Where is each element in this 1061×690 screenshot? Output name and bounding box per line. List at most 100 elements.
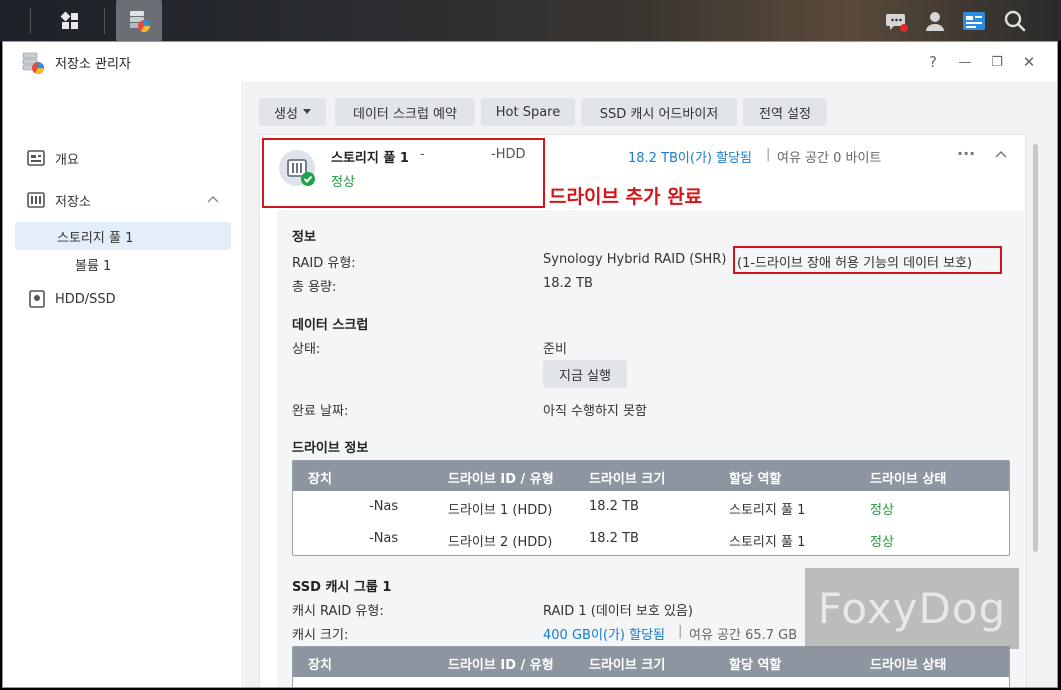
sidebar-item-storage[interactable]: 저장소 <box>15 186 231 214</box>
chevron-up-icon[interactable] <box>207 195 219 205</box>
scrub-status-label: 상태: <box>292 342 321 357</box>
sidebar-item-label: 개요 <box>55 152 79 168</box>
user-button[interactable] <box>918 0 952 41</box>
help-button[interactable]: ? <box>922 51 944 73</box>
sidebar-item-overview[interactable]: 개요 <box>15 144 231 172</box>
scrollbar[interactable] <box>1033 144 1038 552</box>
notifications-button[interactable] <box>880 0 914 41</box>
annotation-box <box>733 246 1002 274</box>
total-capacity-value: 18.2 TB <box>543 276 593 291</box>
sidebar-item-label: 스토리지 풀 1 <box>57 230 134 246</box>
widgets-icon <box>963 11 985 30</box>
column-header: 장치 <box>308 658 332 673</box>
drive-size-cell: 18.2 TB <box>589 531 639 546</box>
column-header: 장치 <box>308 472 332 487</box>
annotation-box <box>262 138 545 208</box>
cache-free-space: 여유 공간 65.7 GB <box>689 628 798 643</box>
separator: | <box>678 624 683 639</box>
create-label: 생성 <box>274 106 298 122</box>
status-cell: 정상 <box>870 503 894 518</box>
storage-icon <box>27 192 45 208</box>
global-settings-button[interactable]: 전역 설정 <box>743 98 827 126</box>
drive-id-cell: 드라이브 1 (HDD) <box>448 503 553 518</box>
drive-info-table: 장치 드라이브 ID / 유형 드라이브 크기 할당 역할 드라이브 상태 -N… <box>292 460 1010 556</box>
drive-id-cell: 드라이브 2 (HDD) <box>448 535 553 550</box>
column-header: 드라이브 크기 <box>589 472 666 487</box>
raid-type-value: Synology Hybrid RAID (SHR) <box>543 252 727 267</box>
scrub-schedule-button[interactable]: 데이터 스크럽 예약 <box>335 98 475 126</box>
sidebar-item-label: HDD/SSD <box>55 291 116 307</box>
watermark: FoxyDog <box>805 568 1019 649</box>
scrub-done-label: 완료 날짜: <box>292 404 349 419</box>
overview-icon <box>27 150 45 166</box>
table-header: 장치 드라이브 ID / 유형 드라이브 크기 할당 역할 드라이브 상태 <box>293 461 1009 491</box>
cache-raid-value: RAID 1 (데이터 보호 있음) <box>543 604 693 619</box>
info-section-title: 정보 <box>292 230 316 245</box>
user-icon <box>926 11 944 31</box>
search-button[interactable] <box>996 0 1034 41</box>
sidebar-item-label: 볼륨 1 <box>75 258 112 274</box>
search-icon <box>1004 10 1026 31</box>
column-header: 드라이브 상태 <box>870 658 947 673</box>
column-header: 드라이브 ID / 유형 <box>448 472 554 487</box>
total-capacity-label: 총 용량: <box>292 280 337 295</box>
sidebar: 개요 저장소 스토리지 풀 1 볼륨 1 HDD/SSD <box>3 82 243 687</box>
watermark-text: FoxyDog <box>817 584 1007 633</box>
taskbar <box>0 0 1061 41</box>
ssd-drive-table: 장치 드라이브 ID / 유형 드라이브 크기 할당 역할 드라이브 상태 <box>292 646 1010 687</box>
scrub-done-value: 아직 수행하지 못함 <box>543 404 647 419</box>
scrub-section-title: 데이터 스크럽 <box>292 318 369 333</box>
cache-allocated: 400 GB이(가) 할당됨 <box>543 628 666 643</box>
sidebar-item-hdd-ssd[interactable]: HDD/SSD <box>15 285 231 313</box>
chevron-up-icon[interactable] <box>995 150 1007 159</box>
window-title: 저장소 관리자 <box>55 57 131 72</box>
table-row[interactable]: -Nas 드라이브 1 (HDD) 18.2 TB 스토리지 풀 1 정상 <box>293 499 1009 523</box>
device-cell: -Nas <box>369 499 399 514</box>
column-header: 할당 역할 <box>729 472 782 487</box>
cache-raid-label: 캐시 RAID 유형: <box>292 604 384 619</box>
annotation-text: 드라이브 추가 완료 <box>549 186 703 208</box>
storage-manager-icon <box>22 52 44 75</box>
caret-down-icon <box>302 109 311 114</box>
storage-manager-icon <box>130 10 150 32</box>
separator: | <box>766 147 771 162</box>
restore-button[interactable]: ❐ <box>986 51 1008 73</box>
minimize-button[interactable]: — <box>954 51 976 73</box>
pool-free-space: 여유 공간 0 바이트 <box>777 151 882 166</box>
sidebar-item-storage-pool[interactable]: 스토리지 풀 1 <box>15 222 231 250</box>
status-cell: 정상 <box>870 535 894 550</box>
sidebar-item-volume[interactable]: 볼륨 1 <box>15 250 231 278</box>
window-titlebar[interactable]: 저장소 관리자 ? — ❐ ✕ <box>3 42 1057 82</box>
main-menu-button[interactable] <box>46 0 94 41</box>
hot-spare-button[interactable]: Hot Spare <box>481 98 575 126</box>
hdd-icon <box>29 290 45 308</box>
drive-size-cell: 18.2 TB <box>589 499 639 514</box>
run-now-button[interactable]: 지금 실행 <box>543 360 627 388</box>
table-header: 장치 드라이브 ID / 유형 드라이브 크기 할당 역할 드라이브 상태 <box>293 647 1009 677</box>
role-cell: 스토리지 풀 1 <box>729 535 806 550</box>
taskbar-separator <box>30 8 31 34</box>
widgets-button[interactable] <box>956 0 992 41</box>
cache-size-label: 캐시 크기: <box>292 628 349 643</box>
device-cell: -Nas <box>369 531 399 546</box>
taskbar-separator <box>104 8 105 34</box>
column-header: 할당 역할 <box>729 658 782 673</box>
ssd-cache-advisor-button[interactable]: SSD 캐시 어드바이저 <box>581 98 737 126</box>
column-header: 드라이브 크기 <box>589 658 666 673</box>
grid-icon <box>60 11 78 29</box>
close-button[interactable]: ✕ <box>1018 51 1040 73</box>
raid-type-label: RAID 유형: <box>292 256 356 271</box>
scrub-status-value: 준비 <box>543 342 567 357</box>
sidebar-item-label: 저장소 <box>55 194 91 210</box>
pool-allocated: 18.2 TB이(가) 할당됨 <box>628 151 753 166</box>
chat-notification-icon <box>886 13 908 32</box>
create-dropdown-button[interactable]: 생성 <box>259 98 326 126</box>
more-icon[interactable]: ··· <box>957 144 975 163</box>
drive-info-title: 드라이브 정보 <box>292 441 369 456</box>
table-row[interactable]: -Nas 드라이브 2 (HDD) 18.2 TB 스토리지 풀 1 정상 <box>293 531 1009 555</box>
role-cell: 스토리지 풀 1 <box>729 503 806 518</box>
column-header: 드라이브 상태 <box>870 472 947 487</box>
storage-manager-taskbar-button[interactable] <box>116 0 162 41</box>
column-header: 드라이브 ID / 유형 <box>448 658 554 673</box>
ssd-cache-title: SSD 캐시 그룹 1 <box>292 580 392 595</box>
